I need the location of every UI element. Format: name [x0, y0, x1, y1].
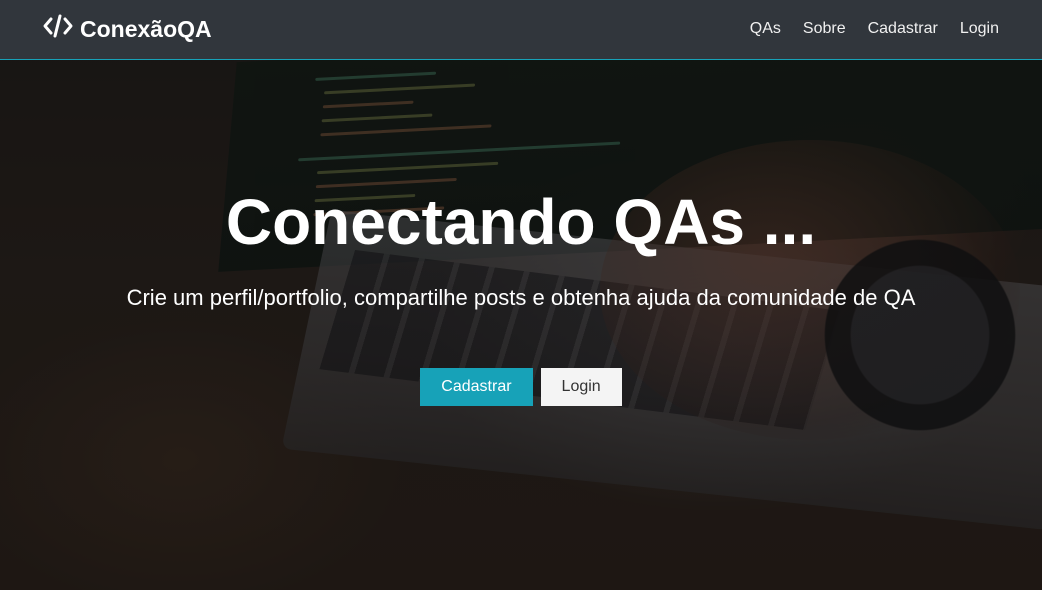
login-button[interactable]: Login	[540, 368, 622, 406]
register-button[interactable]: Cadastrar	[420, 368, 533, 406]
code-icon	[43, 14, 80, 44]
nav-link-qas[interactable]: QAs	[750, 20, 781, 38]
navbar: ConexãoQA QAs Sobre Cadastrar Login	[0, 0, 1042, 60]
brand-link[interactable]: ConexãoQA	[43, 14, 212, 44]
nav-links: QAs Sobre Cadastrar Login	[750, 20, 999, 38]
landing-page: ConexãoQA QAs Sobre Cadastrar Login Cone…	[0, 0, 1042, 590]
hero-buttons: Cadastrar Login	[0, 368, 1042, 406]
nav-link-login[interactable]: Login	[960, 20, 999, 38]
nav-link-sobre[interactable]: Sobre	[803, 20, 846, 38]
brand-label: ConexãoQA	[80, 15, 212, 42]
hero-title: Conectando QAs ...	[225, 186, 817, 258]
hero-subtitle: Crie um perfil/portfolio, compartilhe po…	[126, 285, 916, 310]
nav-link-cadastrar[interactable]: Cadastrar	[868, 20, 938, 38]
